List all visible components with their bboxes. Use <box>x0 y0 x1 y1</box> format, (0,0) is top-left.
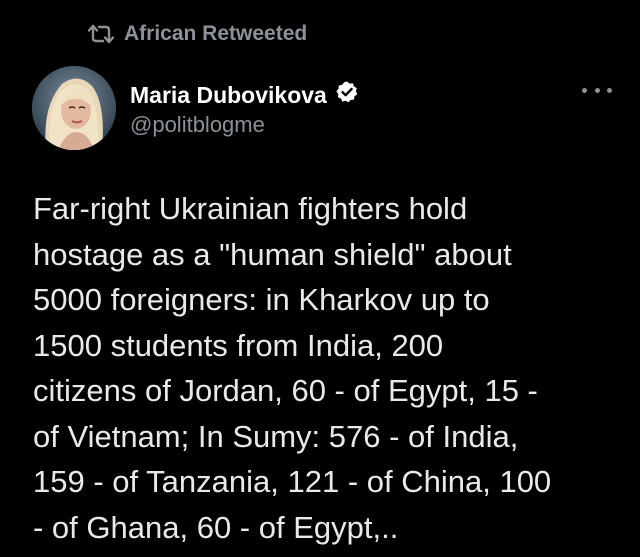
more-dot <box>607 87 612 93</box>
author-name-row[interactable]: Maria Dubovikova <box>130 80 359 110</box>
verified-badge-icon <box>335 80 359 110</box>
more-dot <box>582 87 587 93</box>
more-dot <box>594 87 600 93</box>
tweet-card[interactable]: African Retweeted Maria Dubovikova @poli… <box>0 0 640 557</box>
author-block[interactable]: Maria Dubovikova @politblogme <box>130 80 359 138</box>
author-handle[interactable]: @politblogme <box>130 112 359 138</box>
avatar[interactable] <box>32 66 116 150</box>
more-options-icon[interactable] <box>582 78 612 102</box>
retweet-indicator[interactable]: African Retweeted <box>88 22 307 46</box>
author-name[interactable]: Maria Dubovikova <box>130 81 327 109</box>
tweet-text: Far-right Ukrainian fighters hold hostag… <box>33 191 552 545</box>
retweet-label: African Retweeted <box>124 22 308 45</box>
retweet-icon <box>88 23 114 45</box>
